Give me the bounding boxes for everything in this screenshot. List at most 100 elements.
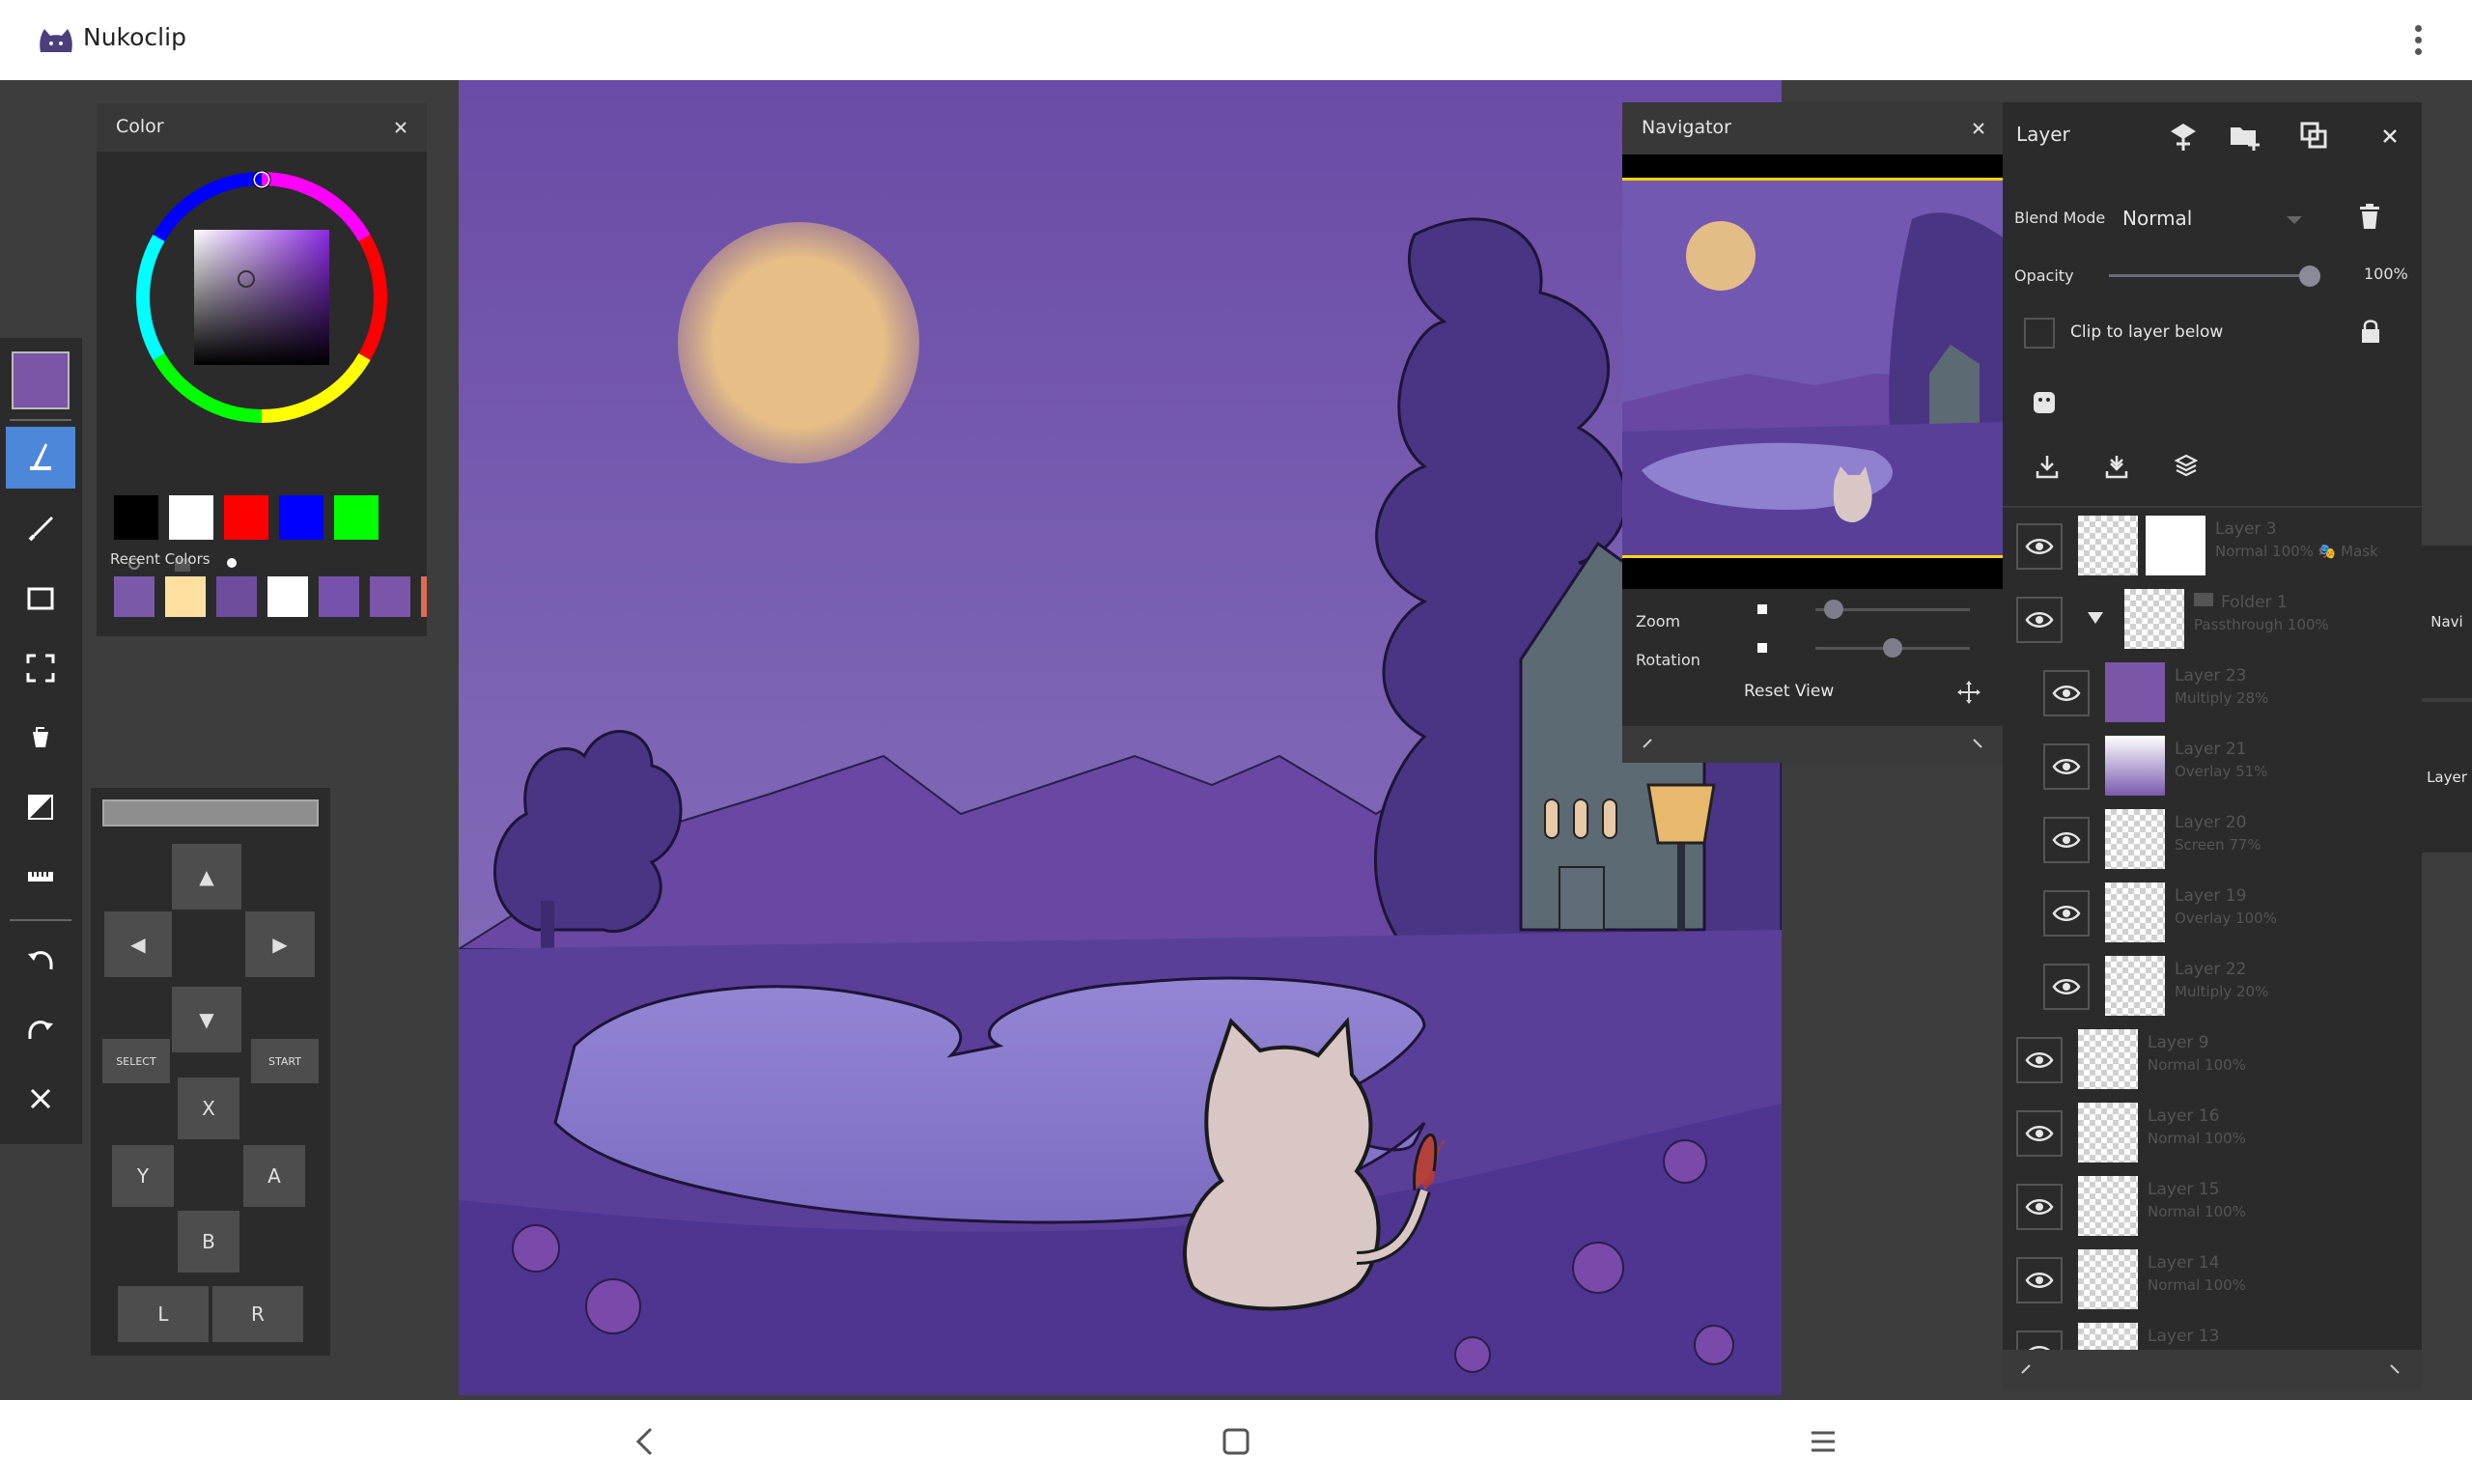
add-layer-icon[interactable] bbox=[2167, 120, 2200, 153]
blend-mode-select[interactable]: Normal bbox=[2122, 207, 2192, 230]
layer-row[interactable]: Layer 9 Normal 100% bbox=[2003, 1022, 2422, 1095]
rotation-reset-toggle[interactable] bbox=[1757, 643, 1767, 653]
selection-tool[interactable] bbox=[6, 637, 75, 699]
layer-row[interactable]: Layer 13 bbox=[2003, 1315, 2422, 1350]
clip-to-layer-checkbox[interactable] bbox=[2024, 318, 2055, 349]
visibility-toggle[interactable] bbox=[2016, 523, 2063, 570]
layer-name: Layer 13 bbox=[2148, 1327, 2220, 1346]
pen-tool[interactable] bbox=[6, 498, 75, 560]
gamepad-drag-bar[interactable] bbox=[102, 799, 319, 826]
resize-icon[interactable] bbox=[2020, 1363, 2032, 1375]
color-swatch[interactable] bbox=[279, 495, 323, 540]
ruler-tool[interactable] bbox=[6, 846, 75, 908]
r-button[interactable]: R bbox=[212, 1286, 303, 1342]
b-button[interactable]: B bbox=[178, 1211, 239, 1273]
gradient-tool[interactable] bbox=[6, 776, 75, 838]
resize-icon[interactable] bbox=[1642, 738, 1653, 749]
select-button[interactable]: SELECT bbox=[102, 1039, 170, 1083]
folder-expand-icon[interactable] bbox=[2088, 612, 2103, 624]
y-button[interactable]: Y bbox=[112, 1145, 174, 1207]
layer-row[interactable]: Layer 15 Normal 100% bbox=[2003, 1168, 2422, 1242]
dot-mode-icon[interactable] bbox=[226, 557, 238, 569]
add-folder-icon[interactable] bbox=[2229, 120, 2261, 153]
dpad-right-button[interactable]: ▶ bbox=[245, 911, 315, 977]
x-button[interactable]: X bbox=[178, 1078, 239, 1139]
rectangle-tool[interactable] bbox=[6, 568, 75, 630]
layer-row[interactable]: Layer 20 Screen 77% bbox=[2003, 801, 2422, 875]
layer-row[interactable]: Layer 21 Overlay 51% bbox=[2003, 728, 2422, 801]
undo-button[interactable] bbox=[6, 929, 75, 991]
layer-row[interactable]: Layer 23 Multiply 28% bbox=[2003, 655, 2422, 728]
color-swatch[interactable] bbox=[114, 495, 158, 540]
trash-icon[interactable] bbox=[2358, 203, 2381, 230]
drawing-canvas[interactable] bbox=[459, 80, 1782, 1395]
recent-color-swatch[interactable] bbox=[421, 576, 427, 617]
duplicate-layer-icon[interactable] bbox=[2298, 120, 2331, 153]
color-wheel[interactable] bbox=[135, 171, 388, 424]
home-icon[interactable] bbox=[1212, 1417, 1260, 1466]
fill-tool[interactable] bbox=[6, 707, 75, 769]
lock-icon[interactable] bbox=[2360, 319, 2381, 344]
visibility-toggle[interactable] bbox=[2043, 743, 2090, 790]
recent-color-swatch[interactable] bbox=[370, 576, 410, 617]
visibility-toggle[interactable] bbox=[2043, 964, 2090, 1010]
current-color-swatch[interactable] bbox=[12, 351, 70, 409]
a-button[interactable]: A bbox=[243, 1145, 305, 1207]
start-button[interactable]: START bbox=[251, 1039, 319, 1083]
recent-color-swatch[interactable] bbox=[319, 576, 359, 617]
visibility-toggle[interactable] bbox=[2043, 817, 2090, 863]
side-tab-layer[interactable]: Layer bbox=[2422, 702, 2472, 853]
layer-row[interactable]: Layer 3 Normal 100% 🎭 Mask bbox=[2003, 508, 2422, 581]
reset-view-button[interactable]: Reset View bbox=[1744, 682, 1834, 701]
recent-color-swatch[interactable] bbox=[216, 576, 257, 617]
redo-button[interactable] bbox=[6, 998, 75, 1060]
resize-icon[interactable] bbox=[1972, 738, 1983, 749]
close-icon[interactable] bbox=[1968, 118, 1989, 139]
recents-icon[interactable] bbox=[1799, 1417, 1847, 1466]
recent-color-swatch[interactable] bbox=[165, 576, 206, 617]
visibility-toggle[interactable] bbox=[2043, 670, 2090, 716]
dpad-down-button[interactable]: ▼ bbox=[172, 987, 241, 1052]
layer-row[interactable]: Layer 14 Normal 100% bbox=[2003, 1242, 2422, 1315]
dpad-left-button[interactable]: ◀ bbox=[104, 911, 172, 977]
layer-row[interactable]: Layer 16 Normal 100% bbox=[2003, 1095, 2422, 1168]
side-tab-navi[interactable]: Navi bbox=[2422, 546, 2472, 698]
zoom-reset-toggle[interactable] bbox=[1757, 604, 1767, 614]
more-options-icon[interactable] bbox=[2406, 21, 2430, 60]
visibility-toggle[interactable] bbox=[2016, 1110, 2063, 1157]
zoom-slider-handle[interactable] bbox=[1824, 600, 1844, 619]
dpad-up-button[interactable]: ▲ bbox=[172, 844, 241, 910]
recent-color-swatch[interactable] bbox=[114, 576, 154, 617]
back-icon[interactable] bbox=[621, 1417, 669, 1466]
close-tool-button[interactable] bbox=[6, 1068, 75, 1130]
close-icon[interactable] bbox=[2374, 120, 2406, 153]
flatten-icon[interactable] bbox=[2175, 454, 2198, 479]
opacity-slider-handle[interactable] bbox=[2299, 266, 2320, 287]
color-swatch[interactable] bbox=[169, 495, 213, 540]
color-panel-header: Color bbox=[97, 103, 427, 152]
visibility-toggle[interactable] bbox=[2016, 1330, 2063, 1350]
resize-icon[interactable] bbox=[2389, 1363, 2401, 1375]
mask-icon[interactable] bbox=[2032, 390, 2057, 415]
visibility-toggle[interactable] bbox=[2016, 597, 2063, 643]
visibility-toggle[interactable] bbox=[2016, 1037, 2063, 1083]
rotation-slider-handle[interactable] bbox=[1883, 638, 1902, 658]
layer-blend-info: Screen 77% bbox=[2175, 836, 2261, 854]
l-button[interactable]: L bbox=[118, 1286, 209, 1342]
opacity-slider[interactable] bbox=[2109, 274, 2310, 277]
color-swatch[interactable] bbox=[334, 495, 379, 540]
merge-down-icon[interactable] bbox=[2036, 454, 2059, 479]
move-icon[interactable] bbox=[1956, 680, 1981, 705]
layer-row[interactable]: Layer 22 Multiply 20% bbox=[2003, 948, 2422, 1022]
folder-row[interactable]: Folder 1 Passthrough 100% bbox=[2003, 581, 2422, 655]
visibility-toggle[interactable] bbox=[2016, 1184, 2063, 1230]
visibility-toggle[interactable] bbox=[2016, 1257, 2063, 1303]
visibility-toggle[interactable] bbox=[2043, 890, 2090, 937]
close-icon[interactable] bbox=[390, 117, 411, 138]
brush-tool[interactable] bbox=[6, 427, 75, 489]
navigator-preview[interactable] bbox=[1622, 154, 2005, 589]
merge-all-icon[interactable] bbox=[2105, 454, 2128, 479]
recent-color-swatch[interactable] bbox=[267, 576, 308, 617]
layer-row[interactable]: Layer 19 Overlay 100% bbox=[2003, 875, 2422, 948]
color-swatch[interactable] bbox=[224, 495, 268, 540]
